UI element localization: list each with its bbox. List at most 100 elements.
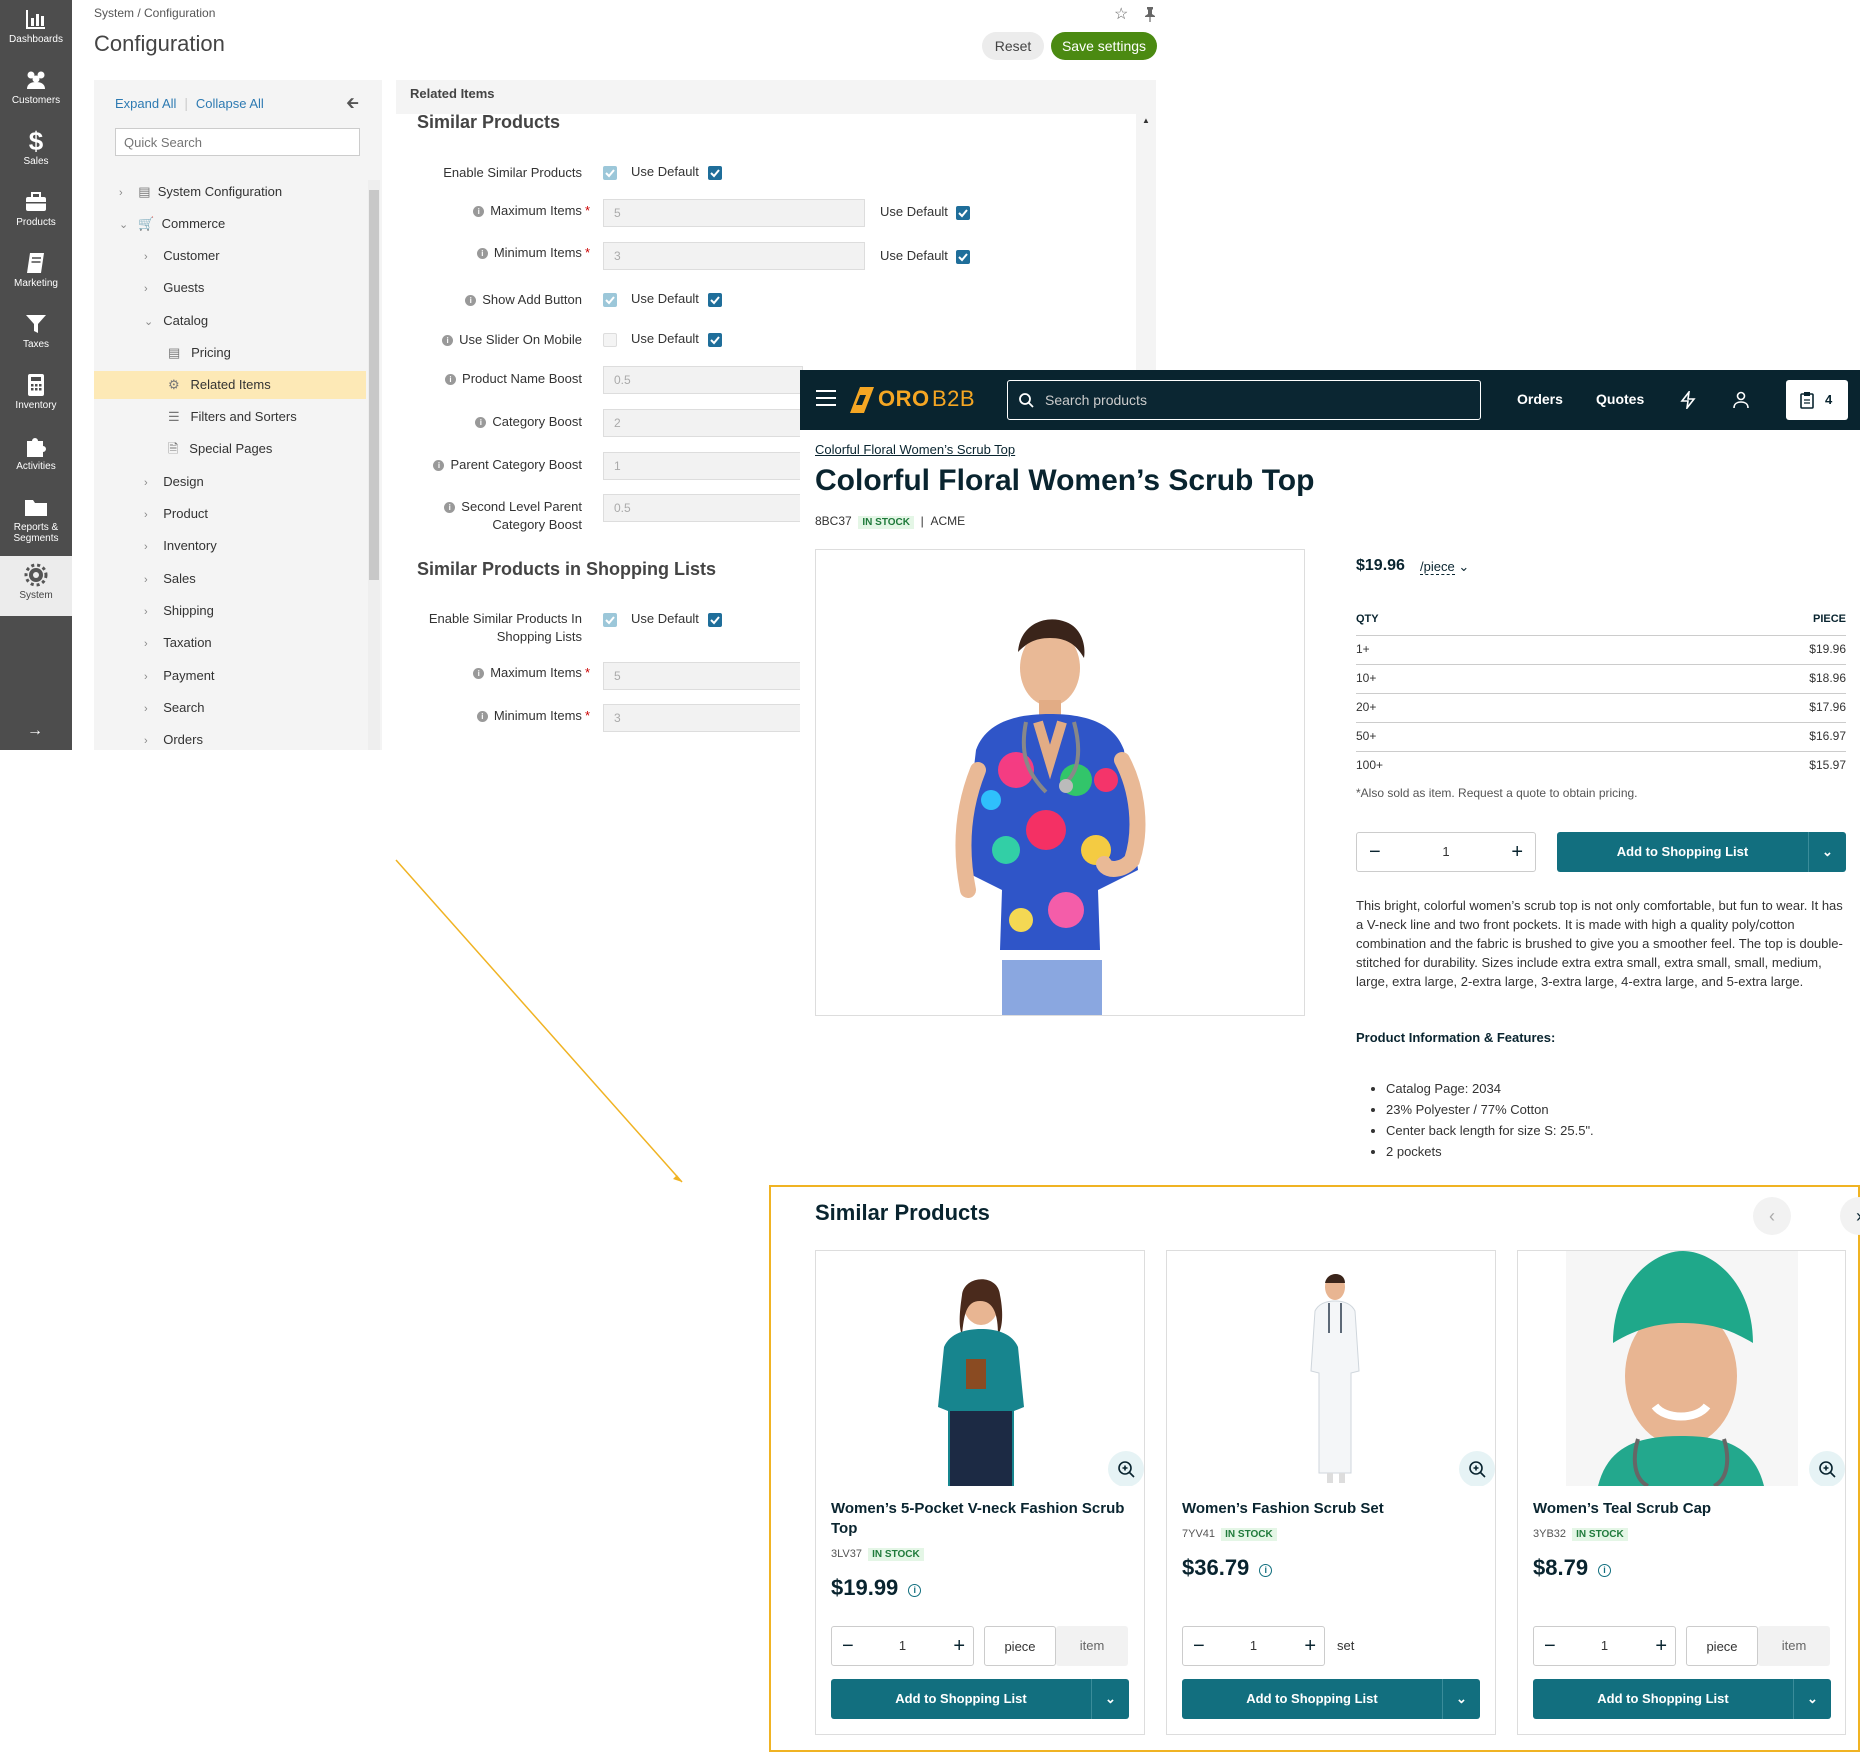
use-default-checkbox[interactable]: [708, 166, 722, 180]
pin-icon[interactable]: [1144, 6, 1156, 22]
tree-item-system-configuration[interactable]: › ▤ System Configuration: [119, 178, 282, 206]
orders-link[interactable]: Orders: [1517, 391, 1563, 407]
tree-item-payment[interactable]: › Payment: [144, 662, 215, 690]
tree-item-taxation[interactable]: › Taxation: [144, 629, 212, 657]
nav-marketing[interactable]: Marketing: [0, 244, 72, 304]
tree-item-product[interactable]: › Product: [144, 500, 208, 528]
hamburger-menu-icon[interactable]: [816, 390, 836, 406]
quantity-stepper[interactable]: − 1 +: [1356, 832, 1536, 872]
unit-item-toggle[interactable]: item: [1758, 1626, 1830, 1666]
lightning-icon[interactable]: [1680, 391, 1696, 409]
zoom-button[interactable]: [1459, 1451, 1495, 1486]
chevron-down-icon[interactable]: ⌄: [1091, 1679, 1129, 1719]
expand-nav-arrow-icon[interactable]: →: [27, 722, 43, 740]
scroll-up-icon[interactable]: ▲: [1142, 116, 1150, 125]
product-image[interactable]: [816, 1251, 1144, 1486]
user-icon[interactable]: [1733, 391, 1749, 409]
nav-sales[interactable]: $ Sales: [0, 122, 72, 182]
carousel-prev-button[interactable]: ‹: [1753, 1197, 1791, 1235]
unit-piece-toggle[interactable]: piece: [1686, 1626, 1758, 1666]
info-icon[interactable]: i: [1259, 1564, 1273, 1577]
product-name[interactable]: Women’s Teal Scrub Cap: [1533, 1499, 1833, 1519]
nav-taxes[interactable]: Taxes: [0, 305, 72, 365]
tree-item-design[interactable]: › Design: [144, 468, 204, 496]
use-default-checkbox[interactable]: [708, 293, 722, 307]
quantity-value[interactable]: 1: [1357, 844, 1535, 859]
tree-item-sales[interactable]: › Sales: [144, 565, 196, 593]
nav-system[interactable]: System: [0, 556, 72, 616]
zoom-button[interactable]: [1809, 1451, 1845, 1486]
use-default-checkbox[interactable]: [708, 613, 722, 627]
unit-piece-toggle[interactable]: piece: [984, 1626, 1056, 1666]
quantity-value[interactable]: 1: [1534, 1638, 1675, 1653]
tree-item-orders[interactable]: › Orders: [144, 726, 203, 750]
show-add-button-checkbox[interactable]: [603, 293, 617, 307]
quick-search-input[interactable]: [115, 128, 360, 156]
chevron-down-icon[interactable]: ⌄: [1808, 832, 1846, 872]
tree-item-customer[interactable]: › Customer: [144, 242, 220, 270]
chevron-down-icon[interactable]: ⌄: [1442, 1679, 1480, 1719]
quantity-value[interactable]: 1: [832, 1638, 973, 1653]
collapse-panel-arrow-icon[interactable]: 🡰: [346, 92, 359, 119]
tree-item-special-pages[interactable]: 🗎 Special Pages: [168, 435, 272, 463]
search-input[interactable]: Search products: [1007, 380, 1481, 420]
quotes-link[interactable]: Quotes: [1596, 391, 1644, 407]
plus-icon[interactable]: +: [953, 1635, 965, 1658]
product-name[interactable]: Women’s 5-Pocket V-neck Fashion Scrub To…: [831, 1499, 1131, 1539]
nav-products[interactable]: Products: [0, 183, 72, 243]
tree-item-guests[interactable]: › Guests: [144, 274, 204, 302]
product-card[interactable]: Women’s Teal Scrub Cap 3YB32 IN STOCK $8…: [1517, 1250, 1846, 1735]
maximum-items-input[interactable]: 5: [603, 199, 865, 227]
nav-dashboards[interactable]: Dashboards: [0, 0, 72, 60]
use-default-checkbox[interactable]: [956, 206, 970, 220]
add-to-shopping-list-button[interactable]: Add to Shopping List ⌄: [1557, 832, 1846, 872]
use-slider-checkbox[interactable]: [603, 333, 617, 347]
tree-item-commerce[interactable]: ⌄ 🛒 Commerce: [119, 210, 225, 238]
info-icon[interactable]: i: [1598, 1564, 1612, 1577]
plus-icon[interactable]: +: [1511, 841, 1523, 864]
quantity-stepper[interactable]: −1 +: [1533, 1626, 1676, 1666]
expand-all-link[interactable]: Expand All: [115, 96, 176, 111]
quantity-value[interactable]: 1: [1183, 1638, 1324, 1653]
product-card[interactable]: Women’s Fashion Scrub Set 7YV41 IN STOCK…: [1166, 1250, 1496, 1735]
quantity-stepper[interactable]: −1 +: [1182, 1626, 1325, 1666]
product-image[interactable]: [1167, 1251, 1495, 1486]
star-icon[interactable]: ☆: [1114, 4, 1128, 24]
product-image[interactable]: [1518, 1251, 1845, 1486]
shopping-list-widget[interactable]: 4: [1786, 380, 1848, 420]
breadcrumb-link[interactable]: Colorful Floral Women’s Scrub Top: [815, 442, 1015, 457]
chevron-down-icon[interactable]: ⌄: [1793, 1679, 1831, 1719]
product-name[interactable]: Women’s Fashion Scrub Set: [1182, 1499, 1482, 1519]
orob2b-logo[interactable]: ORO B2B: [850, 384, 980, 416]
reset-button[interactable]: Reset: [982, 32, 1044, 60]
nav-inventory[interactable]: Inventory: [0, 366, 72, 426]
tree-item-shipping[interactable]: › Shipping: [144, 597, 214, 625]
use-default-checkbox[interactable]: [708, 333, 722, 347]
plus-icon[interactable]: +: [1655, 1635, 1667, 1658]
nav-customers[interactable]: Customers: [0, 61, 72, 121]
parent-category-boost-input[interactable]: 1: [603, 452, 803, 480]
unit-selector[interactable]: /piece ⌄: [1420, 559, 1469, 575]
add-to-shopping-list-button[interactable]: Add to Shopping List ⌄: [831, 1679, 1129, 1719]
tree-scrollbar[interactable]: [368, 180, 380, 750]
product-card[interactable]: Women’s 5-Pocket V-neck Fashion Scrub To…: [815, 1250, 1145, 1735]
tree-item-catalog[interactable]: ⌄ Catalog: [144, 307, 208, 335]
enable-shopping-lists-checkbox[interactable]: [603, 613, 617, 627]
scrollbar-thumb[interactable]: [369, 190, 379, 580]
tree-item-search[interactable]: › Search: [144, 694, 204, 722]
second-level-boost-input[interactable]: 0.5: [603, 494, 803, 522]
tree-item-pricing[interactable]: ▤ Pricing: [168, 339, 231, 367]
unit-item-toggle[interactable]: item: [1056, 1626, 1128, 1666]
minimum-items-input[interactable]: 3: [603, 242, 865, 270]
shop-minimum-items-input[interactable]: 3: [603, 704, 803, 732]
add-to-shopping-list-button[interactable]: Add to Shopping List ⌄: [1533, 1679, 1831, 1719]
tree-item-inventory[interactable]: › Inventory: [144, 532, 217, 560]
tree-item-filters-and-sorters[interactable]: ☰ Filters and Sorters: [168, 403, 297, 431]
product-name-boost-input[interactable]: 0.5: [603, 366, 803, 394]
collapse-all-link[interactable]: Collapse All: [196, 96, 264, 111]
product-image[interactable]: [815, 549, 1305, 1016]
plus-icon[interactable]: +: [1304, 1635, 1316, 1658]
nav-activities[interactable]: Activities: [0, 427, 72, 487]
enable-similar-checkbox[interactable]: [603, 166, 617, 180]
save-settings-button[interactable]: Save settings: [1051, 32, 1157, 60]
